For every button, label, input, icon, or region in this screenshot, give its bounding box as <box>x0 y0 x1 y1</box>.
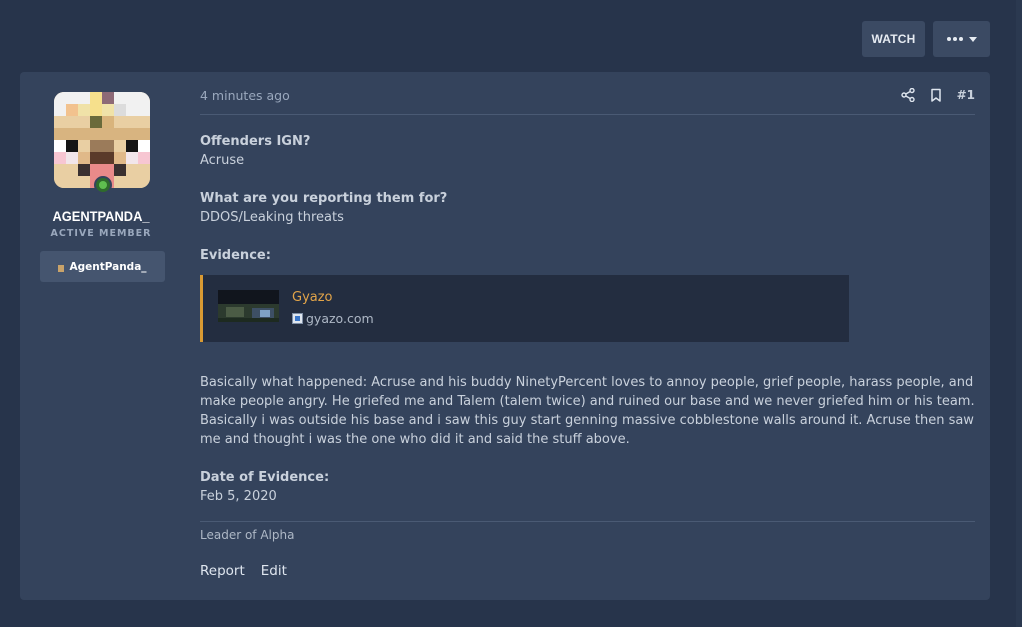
edit-link[interactable]: Edit <box>261 563 287 579</box>
user-badge-label: AgentPanda_ <box>69 260 147 273</box>
post-number[interactable]: #1 <box>957 88 975 102</box>
field-label: Offenders IGN? <box>200 134 311 149</box>
signature: Leader of Alpha <box>200 521 975 542</box>
more-options-button[interactable] <box>933 21 990 57</box>
ellipsis-icon <box>946 37 963 41</box>
body-line: Basically what happened: Acruse and his … <box>200 375 974 390</box>
thread-actions: WATCH <box>862 21 990 57</box>
field-value: DDOS/Leaking threats <box>200 210 344 225</box>
bookmark-icon[interactable] <box>929 88 943 102</box>
report-link[interactable]: Report <box>200 563 245 579</box>
field-label: Date of Evidence: <box>200 470 330 485</box>
post-timestamp[interactable]: 4 minutes ago <box>200 88 290 103</box>
post-card: AGENTPANDA_ ACTIVE MEMBER AgentPanda_ 4 … <box>20 72 990 600</box>
favicon-icon <box>292 313 303 324</box>
body-line: me and thought i was the one who did it … <box>200 432 630 447</box>
avatar-pixel-art <box>54 92 150 188</box>
user-title: ACTIVE MEMBER <box>50 228 152 239</box>
body-line: Basically i was outside his base and i s… <box>200 413 974 428</box>
embed-thumbnail <box>218 290 279 322</box>
user-badge[interactable]: AgentPanda_ <box>40 251 165 282</box>
body-line: make people angry. He griefed me and Tal… <box>200 394 975 409</box>
share-icon[interactable] <box>900 88 915 102</box>
caret-down-icon <box>968 36 977 42</box>
post-meta-actions: #1 <box>900 88 975 102</box>
post-actions: Report Edit <box>200 563 287 579</box>
online-indicator-icon <box>94 176 112 194</box>
field-label: Evidence: <box>200 248 271 263</box>
field-value: Feb 5, 2020 <box>200 489 277 504</box>
scrollbar[interactable] <box>1016 0 1022 627</box>
field-reason: What are you reporting them for? DDOS/Le… <box>200 189 975 227</box>
watch-button[interactable]: WATCH <box>862 21 925 57</box>
field-label: What are you reporting them for? <box>200 191 448 206</box>
post-meta: 4 minutes ago #1 <box>200 88 975 115</box>
post-body: Basically what happened: Acruse and his … <box>200 373 975 449</box>
field-date: Date of Evidence: Feb 5, 2020 <box>200 468 975 506</box>
mini-avatar-icon <box>58 265 65 272</box>
embed-thumbnail-image <box>218 290 279 322</box>
avatar[interactable] <box>54 92 150 188</box>
username[interactable]: AGENTPANDA_ <box>26 208 175 224</box>
field-value: Acruse <box>200 153 245 168</box>
embed-title[interactable]: Gyazo <box>292 288 333 307</box>
field-offender: Offenders IGN? Acruse <box>200 132 975 170</box>
embed-site: gyazo.com <box>292 309 374 328</box>
embed-site-label: gyazo.com <box>306 311 374 326</box>
field-evidence: Evidence: <box>200 246 975 265</box>
link-embed[interactable]: Gyazo gyazo.com <box>200 275 849 342</box>
